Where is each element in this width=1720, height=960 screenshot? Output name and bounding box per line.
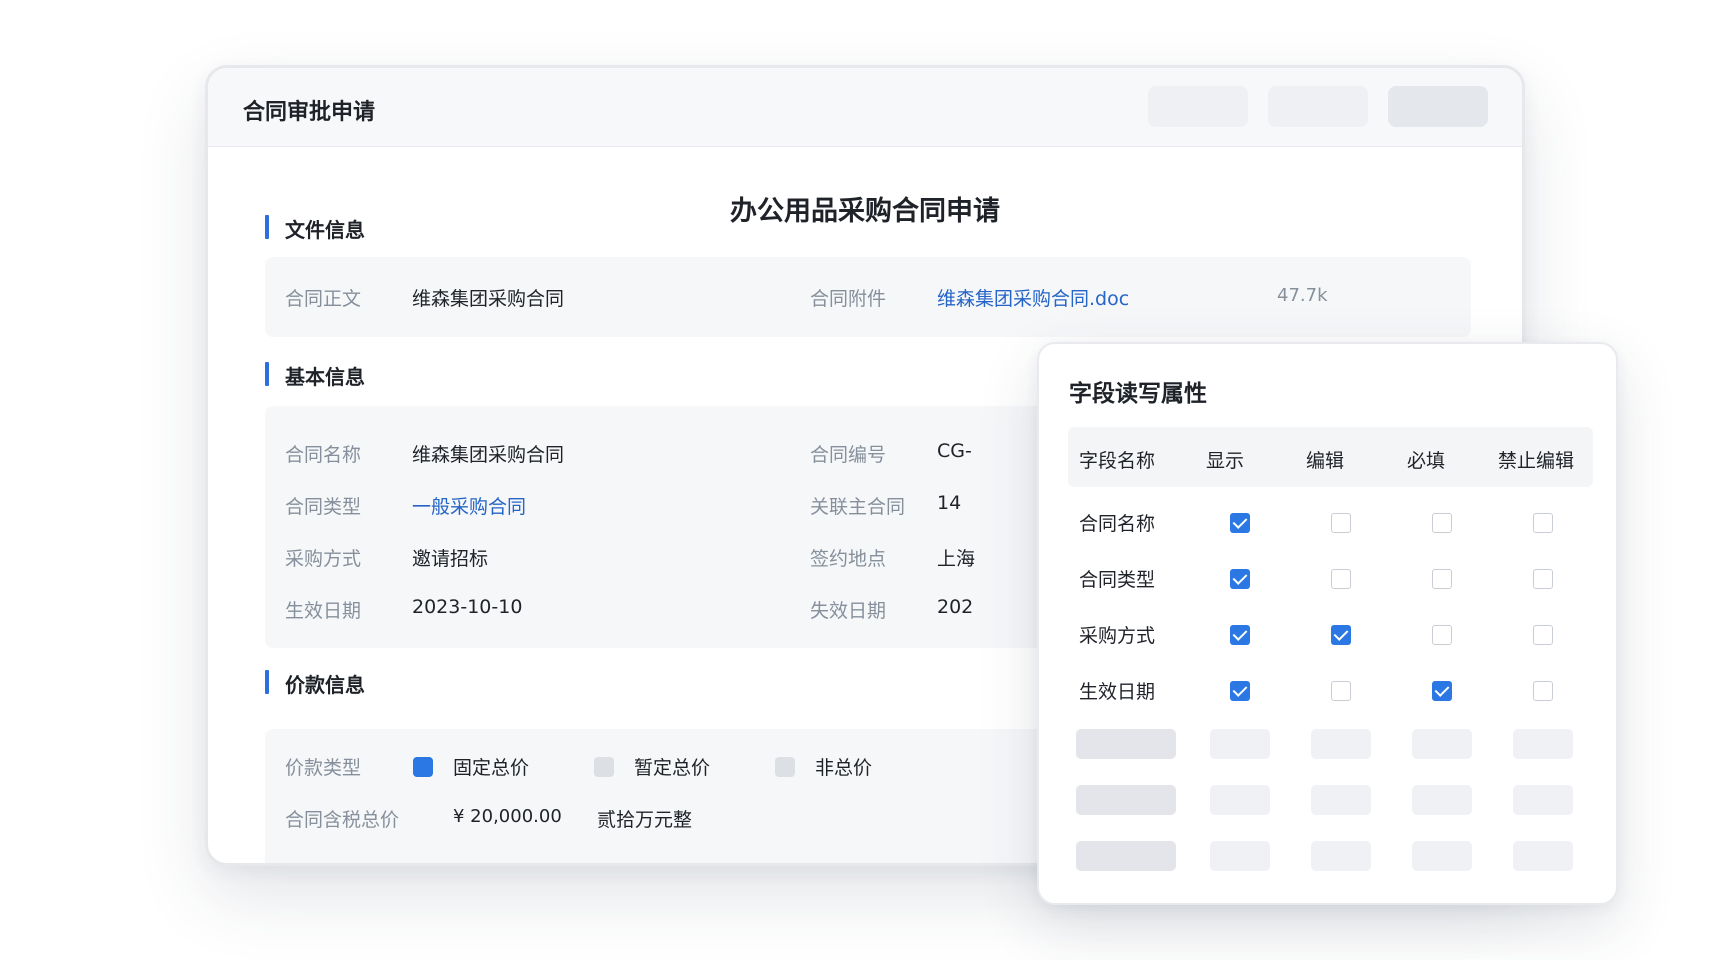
show-checkbox[interactable]: [1230, 681, 1250, 701]
readonly-checkbox[interactable]: [1533, 513, 1553, 533]
placeholder-cell: [1311, 785, 1371, 815]
field-label: 合同类型: [285, 496, 362, 518]
contract-type-link[interactable]: 一般采购合同: [412, 492, 526, 519]
column-header: 禁止编辑: [1498, 450, 1575, 472]
field-label: 合同编号: [810, 444, 887, 466]
price-type-option: 暂定总价: [634, 757, 711, 779]
field-label: 合同名称: [285, 444, 362, 466]
section-title: 价款信息: [285, 673, 365, 697]
placeholder-cell: [1412, 841, 1472, 871]
header-action-button-3[interactable]: [1388, 86, 1488, 127]
field-label: 生效日期: [285, 600, 362, 622]
field-value: CG-: [937, 440, 972, 462]
price-type-fixed-radio[interactable]: [413, 757, 433, 777]
show-checkbox[interactable]: [1230, 569, 1250, 589]
edit-checkbox[interactable]: [1331, 625, 1351, 645]
price-type-non-total-radio[interactable]: [775, 757, 795, 777]
placeholder-cell: [1311, 841, 1371, 871]
required-checkbox[interactable]: [1432, 569, 1452, 589]
placeholder-cell: [1311, 729, 1371, 759]
field-value: 2023-10-10: [412, 596, 523, 618]
field-row-name: 生效日期: [1079, 681, 1156, 703]
total-price-words: 贰拾万元整: [597, 809, 693, 831]
field-value: 维森集团采购合同: [412, 444, 565, 466]
field-row-name: 合同名称: [1079, 513, 1156, 535]
card-title: 字段读写属性: [1069, 381, 1207, 407]
field-row-name: 合同类型: [1079, 569, 1156, 591]
field-properties-card: 字段读写属性 字段名称 显示 编辑 必填 禁止编辑 合同名称 合同类型 采购方式…: [1037, 342, 1618, 905]
field-value: 邀请招标: [412, 548, 489, 570]
edit-checkbox[interactable]: [1331, 513, 1351, 533]
readonly-checkbox[interactable]: [1533, 569, 1553, 589]
field-value: 上海: [937, 548, 976, 570]
total-price-label: 合同含税总价: [285, 809, 400, 831]
placeholder-cell: [1513, 785, 1573, 815]
window-header: 合同审批申请: [208, 68, 1522, 147]
placeholder-row-name: [1076, 785, 1176, 815]
price-type-option: 固定总价: [453, 757, 530, 779]
section-title: 文件信息: [285, 218, 365, 242]
contract-body-value[interactable]: 维森集团采购合同: [412, 284, 564, 311]
field-label: 签约地点: [810, 548, 887, 570]
column-header: 必填: [1407, 450, 1446, 472]
window-title: 合同审批申请: [243, 100, 376, 125]
price-type-option: 非总价: [815, 757, 873, 779]
placeholder-cell: [1412, 785, 1472, 815]
contract-body-label: 合同正文: [285, 288, 362, 310]
header-action-button-2[interactable]: [1268, 86, 1368, 127]
placeholder-cell: [1513, 841, 1573, 871]
placeholder-cell: [1210, 841, 1270, 871]
field-value: 202: [937, 596, 974, 618]
column-header: 编辑: [1306, 450, 1345, 472]
required-checkbox[interactable]: [1432, 513, 1452, 533]
attachment-label: 合同附件: [810, 288, 887, 310]
column-header: 显示: [1206, 450, 1245, 472]
form-title: 办公用品采购合同申请: [730, 196, 1000, 227]
readonly-checkbox[interactable]: [1533, 681, 1553, 701]
placeholder-cell: [1513, 729, 1573, 759]
placeholder-cell: [1210, 729, 1270, 759]
column-header: 字段名称: [1079, 450, 1156, 472]
edit-checkbox[interactable]: [1331, 681, 1351, 701]
field-label: 失效日期: [810, 600, 887, 622]
readonly-checkbox[interactable]: [1533, 625, 1553, 645]
show-checkbox[interactable]: [1230, 513, 1250, 533]
section-title: 基本信息: [285, 365, 365, 389]
placeholder-row-name: [1076, 841, 1176, 871]
price-type-label: 价款类型: [285, 757, 362, 779]
section-marker: [265, 362, 269, 386]
field-label: 采购方式: [285, 548, 362, 570]
field-row-name: 采购方式: [1079, 625, 1156, 647]
required-checkbox[interactable]: [1432, 625, 1452, 645]
placeholder-cell: [1210, 785, 1270, 815]
show-checkbox[interactable]: [1230, 625, 1250, 645]
field-value: 14: [937, 492, 962, 514]
price-type-provisional-radio[interactable]: [594, 757, 614, 777]
field-table-header: 字段名称 显示 编辑 必填 禁止编辑: [1068, 427, 1593, 487]
attachment-size: 47.7k: [1277, 285, 1328, 306]
total-price-value: ¥ 20,000.00: [453, 806, 562, 827]
section-marker: [265, 215, 269, 239]
file-info-panel: 合同正文 维森集团采购合同 合同附件 维森集团采购合同.doc 47.7k: [265, 257, 1471, 337]
edit-checkbox[interactable]: [1331, 569, 1351, 589]
section-marker: [265, 670, 269, 694]
attachment-link[interactable]: 维森集团采购合同.doc: [937, 284, 1129, 311]
field-label: 关联主合同: [810, 496, 906, 518]
placeholder-cell: [1412, 729, 1472, 759]
header-action-button-1[interactable]: [1148, 86, 1248, 127]
placeholder-row-name: [1076, 729, 1176, 759]
required-checkbox[interactable]: [1432, 681, 1452, 701]
